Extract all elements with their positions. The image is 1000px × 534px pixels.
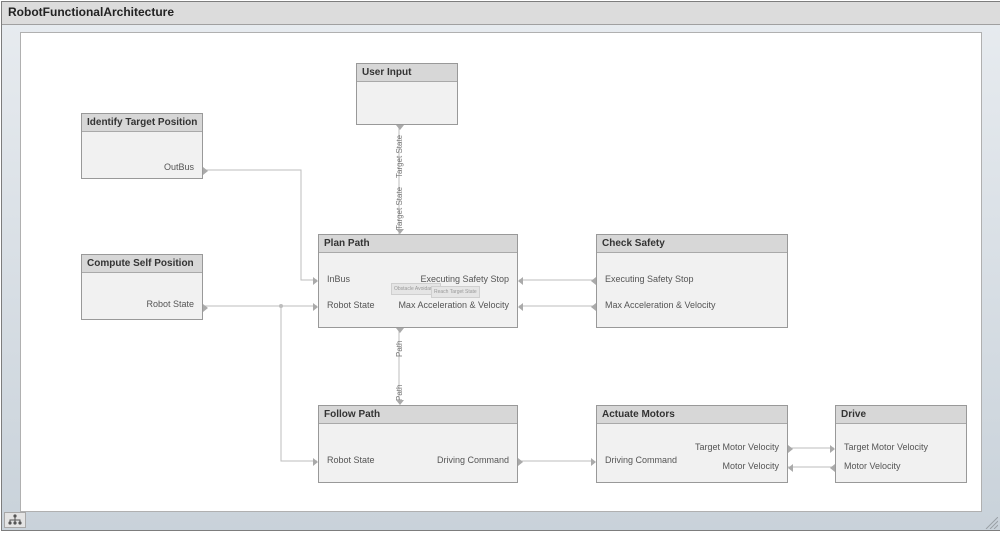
port-motor-velocity: Motor Velocity [722, 461, 779, 471]
internal-chip: Reach Target State [431, 286, 480, 298]
diagram-canvas[interactable]: Identify Target Position OutBus Compute … [20, 32, 982, 512]
wire-label-target-state: Target State [395, 187, 404, 230]
port-target-motor-velocity: Target Motor Velocity [844, 442, 928, 452]
port-robot-state: Robot State [146, 299, 194, 309]
port-arrow-icon [518, 458, 523, 466]
block-title: Compute Self Position [82, 255, 202, 273]
port-robot-state: Robot State [327, 455, 375, 465]
block-follow-path[interactable]: Follow Path Robot State Driving Command [318, 405, 518, 483]
port-drive-cmd: Driving Command [605, 455, 677, 465]
port-max-av: Max Acceleration & Velocity [605, 300, 716, 310]
port-target-motor-velocity: Target Motor Velocity [695, 442, 779, 452]
port-inbus: InBus [327, 274, 350, 284]
port-exec-stop: Executing Safety Stop [605, 274, 694, 284]
port-arrow-icon [788, 464, 793, 472]
port-arrow-icon [591, 303, 596, 311]
block-title: User Input [357, 64, 457, 82]
port-max-av: Max Acceleration & Velocity [398, 300, 509, 310]
port-drive-cmd: Driving Command [437, 455, 509, 465]
port-motor-velocity: Motor Velocity [844, 461, 901, 471]
block-actuate-motors[interactable]: Actuate Motors Driving Command Target Mo… [596, 405, 788, 483]
wire-label-target-state: Target State [395, 135, 404, 178]
block-identify-target-position[interactable]: Identify Target Position OutBus [81, 113, 203, 179]
port-arrow-icon [591, 277, 596, 285]
port-arrow-icon [313, 458, 318, 466]
block-compute-self-position[interactable]: Compute Self Position Robot State [81, 254, 203, 320]
block-title: Drive [836, 406, 966, 424]
port-arrow-icon [203, 167, 208, 175]
port-arrow-icon [396, 400, 404, 405]
block-drive[interactable]: Drive Target Motor Velocity Motor Veloci… [835, 405, 967, 483]
port-arrow-icon [830, 464, 835, 472]
block-title: Check Safety [597, 235, 787, 253]
port-arrow-icon [591, 458, 596, 466]
port-arrow-icon [396, 229, 404, 234]
block-plan-path[interactable]: Plan Path InBus Robot State Executing Sa… [318, 234, 518, 328]
block-title: Actuate Motors [597, 406, 787, 424]
block-title: Identify Target Position [82, 114, 202, 132]
wire-label-path: Path [395, 385, 404, 401]
port-arrow-icon [518, 277, 523, 285]
model-browser-icon[interactable] [4, 512, 26, 528]
port-arrow-icon [396, 125, 404, 130]
frame-title: RobotFunctionalArchitecture [2, 2, 1000, 25]
block-check-safety[interactable]: Check Safety Executing Safety Stop Max A… [596, 234, 788, 328]
port-outbus: OutBus [164, 162, 194, 172]
block-user-input[interactable]: User Input [356, 63, 458, 125]
port-arrow-icon [788, 445, 793, 453]
wire-label-path: Path [395, 341, 404, 357]
block-title: Follow Path [319, 406, 517, 424]
diagram-frame: RobotFunctionalArchitecture [1, 1, 1000, 531]
port-arrow-icon [396, 328, 404, 333]
port-arrow-icon [313, 277, 318, 285]
resize-grip-icon [982, 516, 998, 528]
block-title: Plan Path [319, 235, 517, 253]
port-arrow-icon [203, 304, 208, 312]
port-robot-state: Robot State [327, 300, 375, 310]
port-arrow-icon [313, 303, 318, 311]
port-arrow-icon [518, 303, 523, 311]
port-arrow-icon [830, 445, 835, 453]
